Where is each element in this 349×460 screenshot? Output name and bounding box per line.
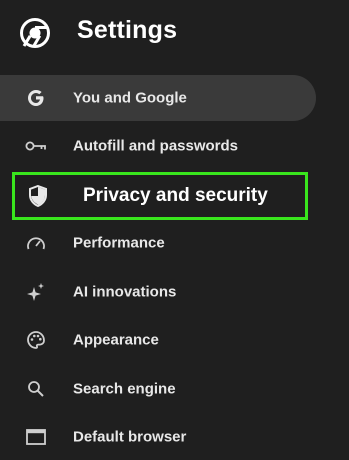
- sidebar-item-label: Default browser: [73, 428, 187, 446]
- sidebar-item-default-browser[interactable]: Default browser: [0, 414, 316, 460]
- page-title: Settings: [77, 16, 178, 44]
- palette-icon: [25, 329, 47, 351]
- sparkle-icon: [25, 281, 47, 303]
- sidebar-item-label: Appearance: [73, 331, 159, 349]
- search-icon: [25, 378, 47, 400]
- browser-window-icon: [25, 426, 47, 448]
- sidebar-item-label: Search engine: [73, 380, 176, 398]
- sidebar-item-label: Performance: [73, 234, 165, 252]
- shield-icon: [27, 185, 49, 207]
- settings-header: Settings: [0, 0, 349, 70]
- sidebar-item-label: Privacy and security: [83, 185, 268, 206]
- sidebar-item-label: Autofill and passwords: [73, 137, 239, 155]
- chrome-logo-icon: [20, 18, 50, 48]
- sidebar-item-autofill[interactable]: Autofill and passwords: [0, 123, 316, 169]
- sidebar-item-label: You and Google: [73, 89, 187, 107]
- sidebar-item-label: AI innovations: [73, 283, 177, 301]
- speedometer-icon: [25, 232, 47, 254]
- sidebar-item-privacy-and-security[interactable]: Privacy and security: [12, 172, 308, 220]
- sidebar-item-search-engine[interactable]: Search engine: [0, 366, 316, 412]
- sidebar-item-you-and-google[interactable]: You and Google: [0, 75, 316, 121]
- sidebar-item-appearance[interactable]: Appearance: [0, 317, 316, 363]
- sidebar-item-ai-innovations[interactable]: AI innovations: [0, 269, 316, 315]
- google-g-icon: [25, 87, 47, 109]
- sidebar-item-performance[interactable]: Performance: [0, 220, 316, 266]
- key-icon: [25, 135, 47, 157]
